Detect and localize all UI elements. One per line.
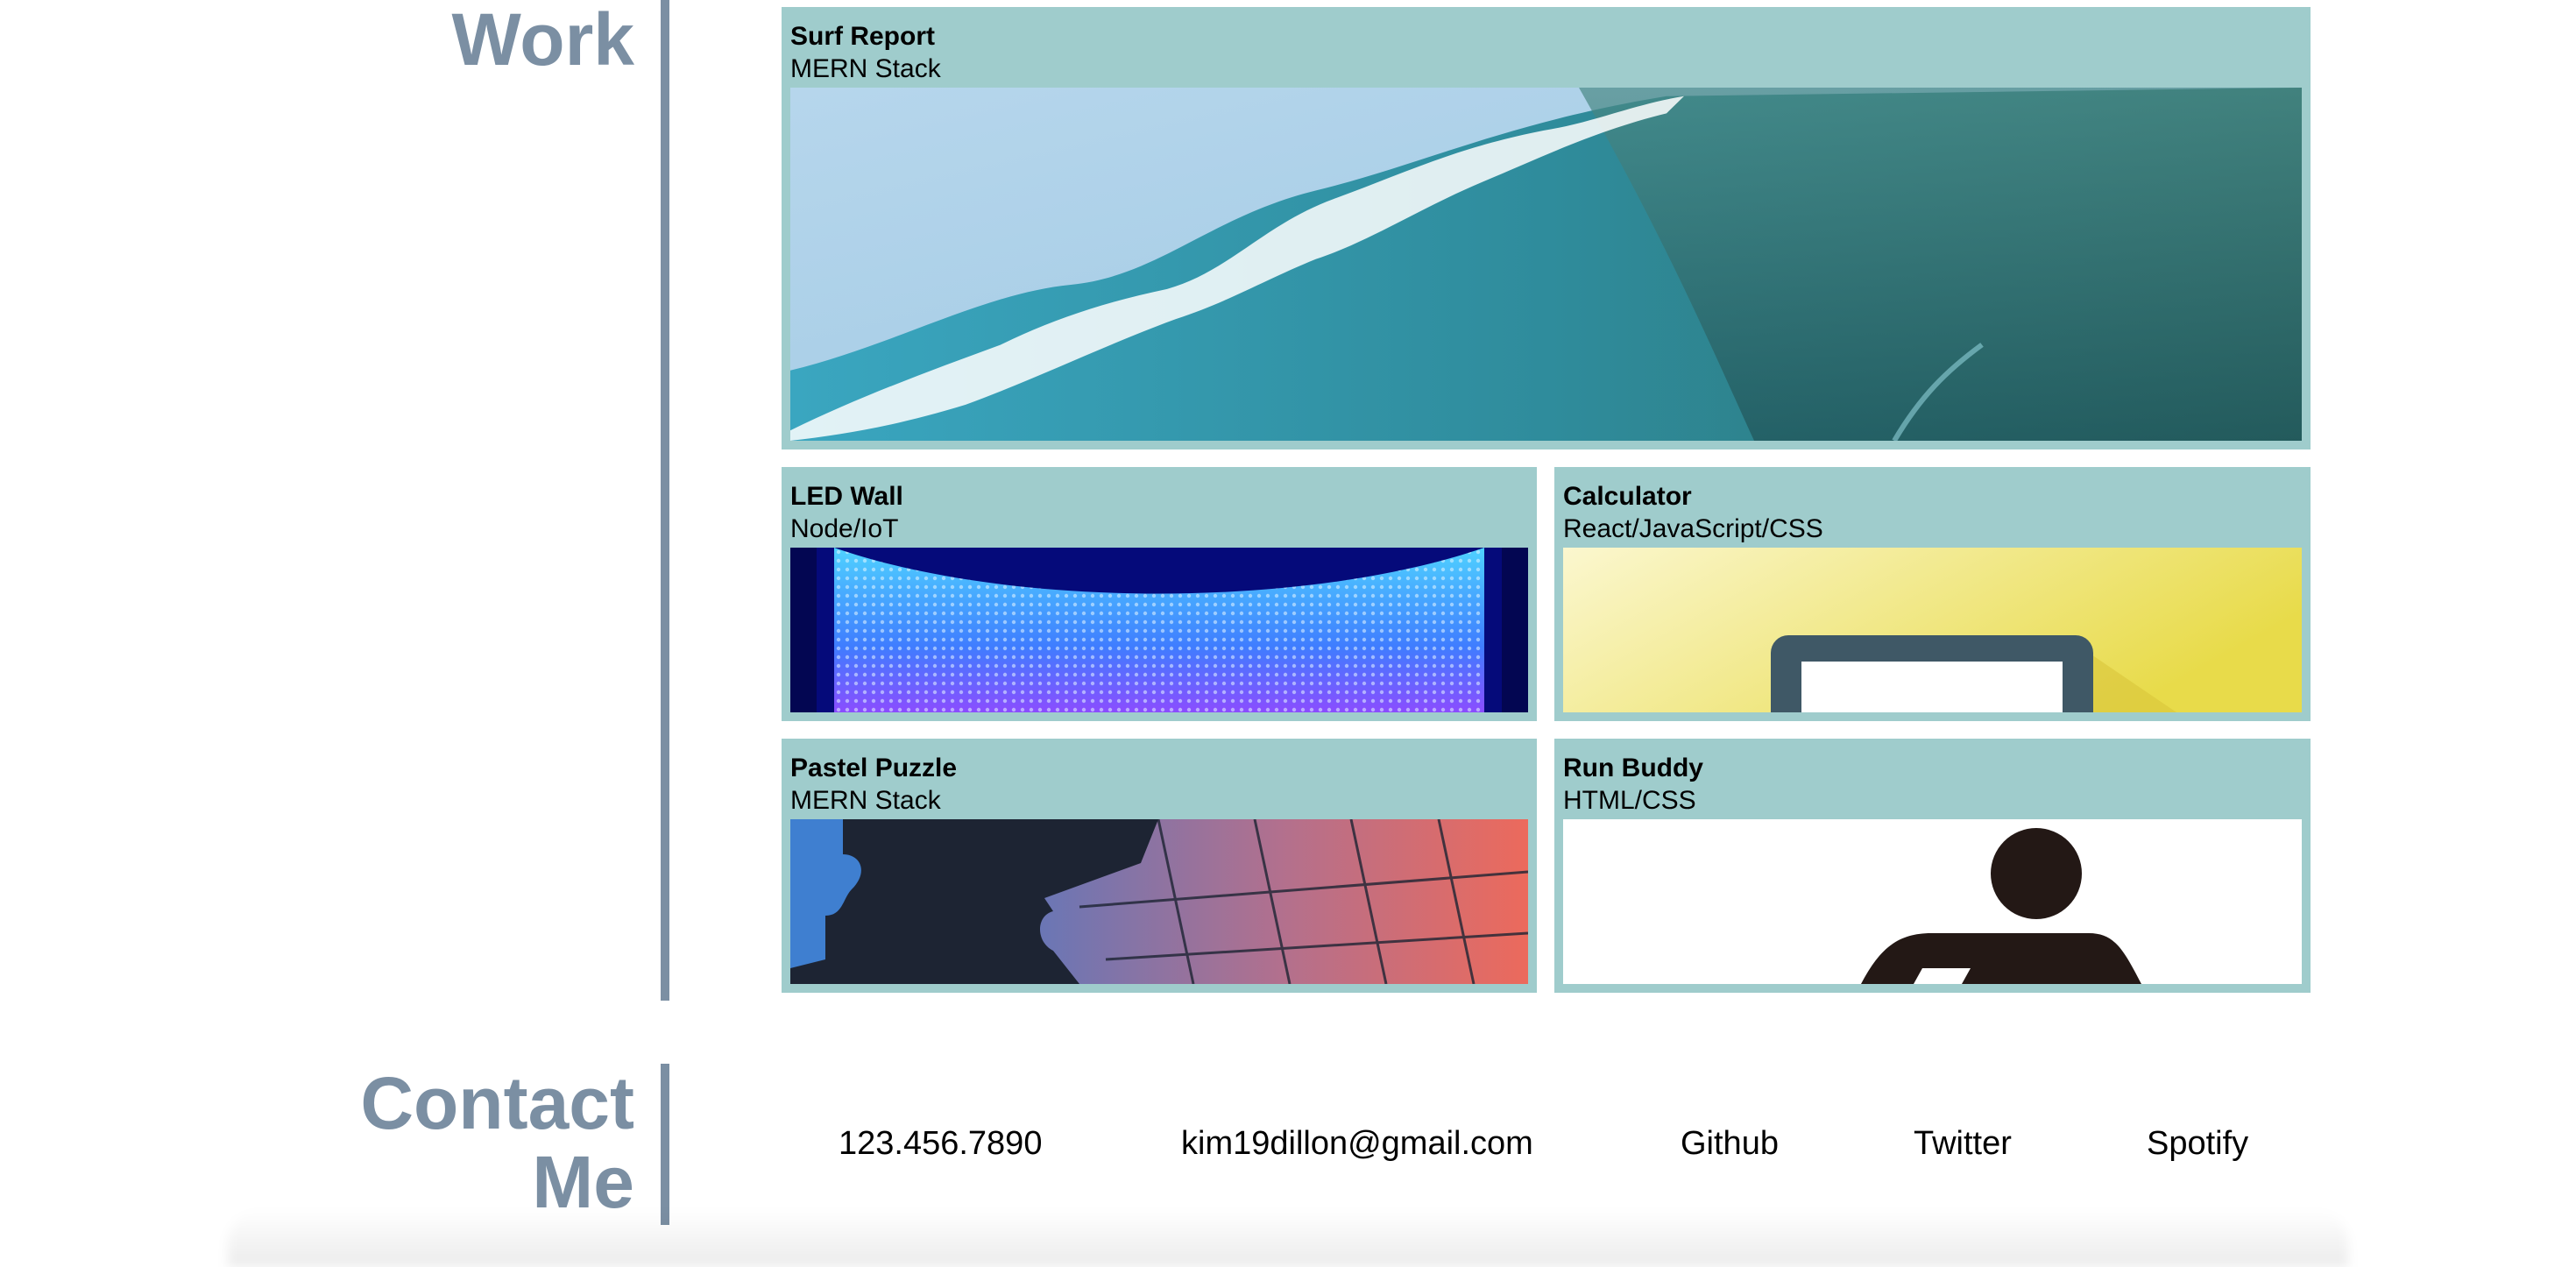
github-link[interactable]: Github xyxy=(1681,1122,1779,1165)
contact-heading: Contact Me xyxy=(333,1064,634,1221)
work-heading: Work xyxy=(451,0,634,81)
twitter-link[interactable]: Twitter xyxy=(1914,1122,2012,1165)
page-bottom-shadow xyxy=(228,1209,2348,1267)
laptop-image[interactable] xyxy=(1563,548,2302,712)
project-stack: MERN Stack xyxy=(790,54,941,83)
project-title: Pastel Puzzle xyxy=(790,754,958,782)
project-stack: MERN Stack xyxy=(790,786,941,815)
project-card-pastel-puzzle[interactable]: Pastel Puzzle MERN Stack xyxy=(782,739,1537,993)
project-card-surf-report[interactable]: Surf Report MERN Stack xyxy=(782,7,2311,449)
work-divider xyxy=(661,0,669,1001)
project-card-calculator[interactable]: Calculator React/JavaScript/CSS xyxy=(1554,467,2311,721)
project-title: Run Buddy xyxy=(1563,754,1703,782)
project-title: Calculator xyxy=(1563,482,1692,511)
project-stack: Node/IoT xyxy=(790,514,899,543)
contact-divider xyxy=(661,1064,669,1225)
email-link[interactable]: kim19dillon@gmail.com xyxy=(1181,1122,1533,1165)
phone-link[interactable]: 123.456.7890 xyxy=(839,1122,1042,1165)
wave-image[interactable] xyxy=(790,88,2302,441)
spotify-link[interactable]: Spotify xyxy=(2147,1122,2248,1165)
project-title: LED Wall xyxy=(790,482,903,511)
contact-heading-line1: Contact xyxy=(360,1062,634,1144)
project-stack: React/JavaScript/CSS xyxy=(1563,514,1823,543)
led-wall-image[interactable] xyxy=(790,548,1528,712)
puzzle-image[interactable] xyxy=(790,819,1528,984)
project-stack: HTML/CSS xyxy=(1563,786,1696,815)
runner-image[interactable] xyxy=(1563,819,2302,984)
project-card-led-wall[interactable]: LED Wall Node/IoT xyxy=(782,467,1537,721)
project-title: Surf Report xyxy=(790,22,935,51)
project-card-run-buddy[interactable]: Run Buddy HTML/CSS xyxy=(1554,739,2311,993)
